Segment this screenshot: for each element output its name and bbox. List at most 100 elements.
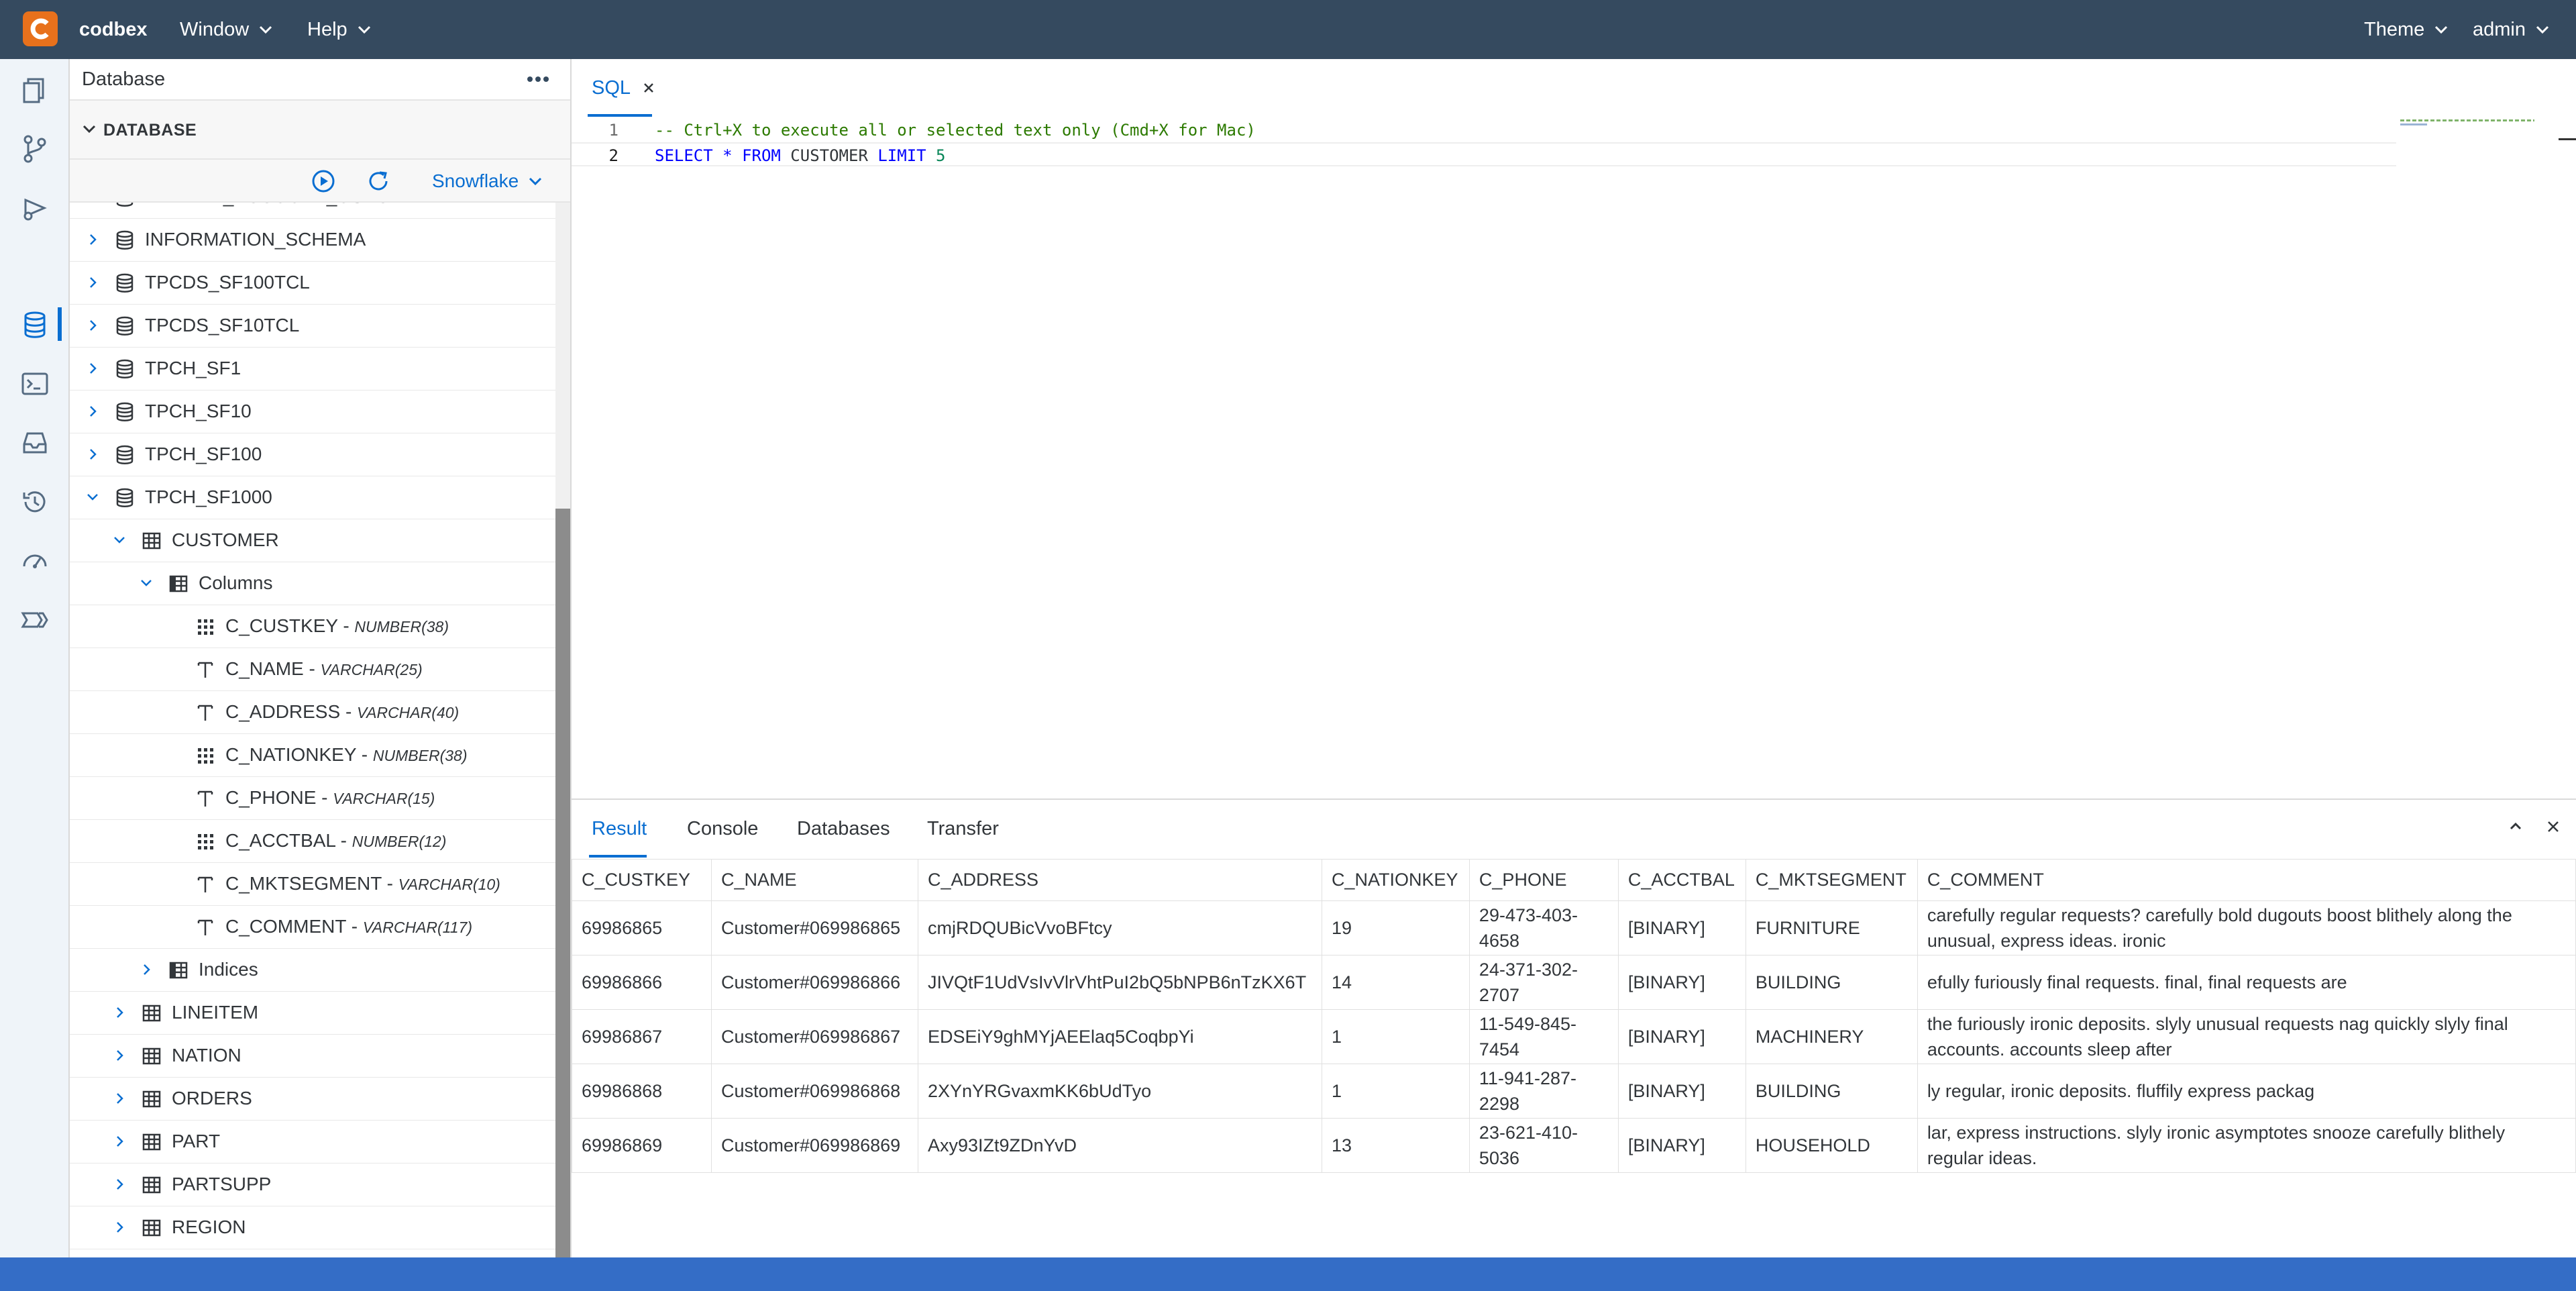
column-header[interactable]: C_NATIONKEY xyxy=(1321,859,1470,901)
tree-item[interactable]: C_NATIONKEY - NUMBER(38) xyxy=(70,734,555,777)
tab-databases[interactable]: Databases xyxy=(797,800,890,858)
tree-item[interactable]: ORDERS xyxy=(70,1078,555,1121)
inbox-icon[interactable] xyxy=(19,427,51,459)
menu-user[interactable]: admin xyxy=(2473,0,2550,59)
database-icon xyxy=(116,203,133,207)
table-cell: HOUSEHOLD xyxy=(1745,1118,1918,1173)
chevron-up-icon[interactable] xyxy=(2508,819,2524,835)
chevron-right-icon[interactable] xyxy=(113,1048,126,1063)
tree-item[interactable]: TPCH_SF100 xyxy=(70,433,555,476)
chevron-right-icon[interactable] xyxy=(86,203,99,204)
chevron-right-icon[interactable] xyxy=(113,1220,126,1235)
chevron-right-icon[interactable] xyxy=(86,232,99,247)
table-cell: 1 xyxy=(1321,1064,1470,1119)
tab-console[interactable]: Console xyxy=(687,800,758,858)
table-row[interactable]: 69986869 Customer#069986869 Axy93IZt9ZDnYv… xyxy=(572,1118,2576,1173)
table-row[interactable]: 69986868 Customer#069986868 2XYnYRGvaxmKK6… xyxy=(572,1064,2576,1119)
chevron-right-icon[interactable] xyxy=(86,447,99,462)
pipeline-icon[interactable] xyxy=(19,604,51,636)
tree-item[interactable]: NATION xyxy=(70,1035,555,1078)
chevron-down-icon[interactable] xyxy=(86,490,99,505)
chevron-right-icon[interactable] xyxy=(86,404,99,419)
column-header[interactable]: C_ACCTBAL xyxy=(1617,859,1746,901)
explorer-scrollbar-thumb[interactable] xyxy=(555,509,570,1257)
menu-help[interactable]: Help xyxy=(307,0,372,59)
editor-tabbar: SQL xyxy=(572,59,2576,117)
table-row[interactable]: 69986866 Customer#069986866 JIVQtF1UdVsIvV… xyxy=(572,955,2576,1010)
column-header[interactable]: C_NAME xyxy=(710,859,918,901)
tree-item[interactable]: C_ADDRESS - VARCHAR(40) xyxy=(70,691,555,734)
tree-item[interactable]: C_ACCTBAL - NUMBER(12) xyxy=(70,820,555,863)
tree-item[interactable]: LINEITEM xyxy=(70,992,555,1035)
table-cell: 1 xyxy=(1321,1009,1470,1064)
tab-result[interactable]: Result xyxy=(592,800,647,858)
tree-item[interactable]: READER_ACCOUNT_USAGE xyxy=(70,203,555,219)
column-header[interactable]: C_ADDRESS xyxy=(917,859,1322,901)
chevron-right-icon[interactable] xyxy=(113,1091,126,1106)
tree-item[interactable]: C_CUSTKEY - NUMBER(38) xyxy=(70,605,555,648)
table-cell: Customer#069986869 xyxy=(710,1118,918,1173)
tree-item[interactable]: Columns xyxy=(70,562,555,605)
tree-item[interactable]: C_NAME - VARCHAR(25) xyxy=(70,648,555,691)
chevron-right-icon[interactable] xyxy=(113,1177,126,1192)
history-icon[interactable] xyxy=(19,486,51,518)
tree-item[interactable]: TPCDS_SF10TCL xyxy=(70,305,555,348)
table-row[interactable]: 69986867 Customer#069986867 EDSEiY9ghMYjAE… xyxy=(572,1009,2576,1064)
tree-item[interactable]: PARTSUPP xyxy=(70,1164,555,1206)
tree-item[interactable]: REGION xyxy=(70,1206,555,1249)
chevron-right-icon[interactable] xyxy=(86,318,99,333)
codbex-logo-icon[interactable] xyxy=(23,11,58,46)
gauge-icon[interactable] xyxy=(19,545,51,577)
chevron-right-icon[interactable] xyxy=(140,962,153,977)
tree-item[interactable]: Indices xyxy=(70,949,555,992)
chevron-right-icon[interactable] xyxy=(86,275,99,290)
chevron-right-icon[interactable] xyxy=(113,1005,126,1020)
tab-sql[interactable]: SQL xyxy=(592,59,655,117)
debug-icon[interactable] xyxy=(19,192,51,224)
tree-item[interactable]: C_COMMENT - VARCHAR(117) xyxy=(70,906,555,949)
chevron-right-icon[interactable] xyxy=(86,361,99,376)
tree-item[interactable]: INFORMATION_SCHEMA xyxy=(70,219,555,262)
menu-theme[interactable]: Theme xyxy=(2364,0,2449,59)
more-options-icon[interactable] xyxy=(525,70,551,89)
section-label: DATABASE xyxy=(103,121,197,140)
database-icon[interactable] xyxy=(19,309,51,341)
tree-item[interactable]: CUSTOMER xyxy=(70,519,555,562)
table-cell: carefully regular requests? carefully bo… xyxy=(1917,900,2576,956)
tab-transfer[interactable]: Transfer xyxy=(927,800,999,858)
column-header[interactable]: C_MKTSEGMENT xyxy=(1745,859,1918,901)
refresh-icon[interactable] xyxy=(364,166,393,196)
tree-item[interactable]: TPCH_SF10 xyxy=(70,391,555,433)
section-header-database[interactable]: DATABASE xyxy=(70,99,570,160)
table-cell: 69986866 xyxy=(572,955,712,1010)
code-area[interactable]: 1 -- Ctrl+X to execute all or selected t… xyxy=(572,118,2396,166)
tree-item[interactable]: TPCH_SF1 xyxy=(70,348,555,391)
minimap[interactable] xyxy=(2396,117,2530,721)
chevron-down-icon[interactable] xyxy=(113,533,126,548)
chevron-right-icon[interactable] xyxy=(113,1134,126,1149)
tree-item[interactable]: C_MKTSEGMENT - VARCHAR(10) xyxy=(70,863,555,906)
close-icon[interactable] xyxy=(643,82,655,94)
files-icon[interactable] xyxy=(19,74,51,106)
explorer-toolbar: Snowflake xyxy=(70,160,570,203)
chevron-down-icon[interactable] xyxy=(140,576,153,590)
column-header[interactable]: C_PHONE xyxy=(1468,859,1619,901)
column-header[interactable]: C_COMMENT xyxy=(1917,859,2576,901)
close-icon[interactable] xyxy=(2545,819,2561,835)
database-type-select[interactable]: Snowflake xyxy=(432,160,543,203)
run-icon[interactable] xyxy=(309,166,338,196)
tree-item[interactable]: TPCDS_SF100TCL xyxy=(70,262,555,305)
tree-item[interactable]: TPCH_SF1000 xyxy=(70,476,555,519)
tree-item[interactable]: SUPPLIER xyxy=(70,1249,555,1257)
tree-item-label: CUSTOMER xyxy=(172,529,279,550)
table-row[interactable]: 69986865 Customer#069986865 cmjRDQUBicVvoB… xyxy=(572,900,2576,956)
tree-item[interactable]: C_PHONE - VARCHAR(15) xyxy=(70,777,555,820)
tree-item[interactable]: PART xyxy=(70,1121,555,1164)
terminal-icon[interactable] xyxy=(19,368,51,400)
columns-icon xyxy=(169,962,188,979)
table-cell: Axy93IZt9ZDnYvD xyxy=(917,1118,1322,1173)
database-icon xyxy=(116,273,133,293)
git-branch-icon[interactable] xyxy=(19,133,51,165)
menu-window[interactable]: Window xyxy=(180,0,273,59)
column-header[interactable]: C_CUSTKEY xyxy=(572,859,712,901)
